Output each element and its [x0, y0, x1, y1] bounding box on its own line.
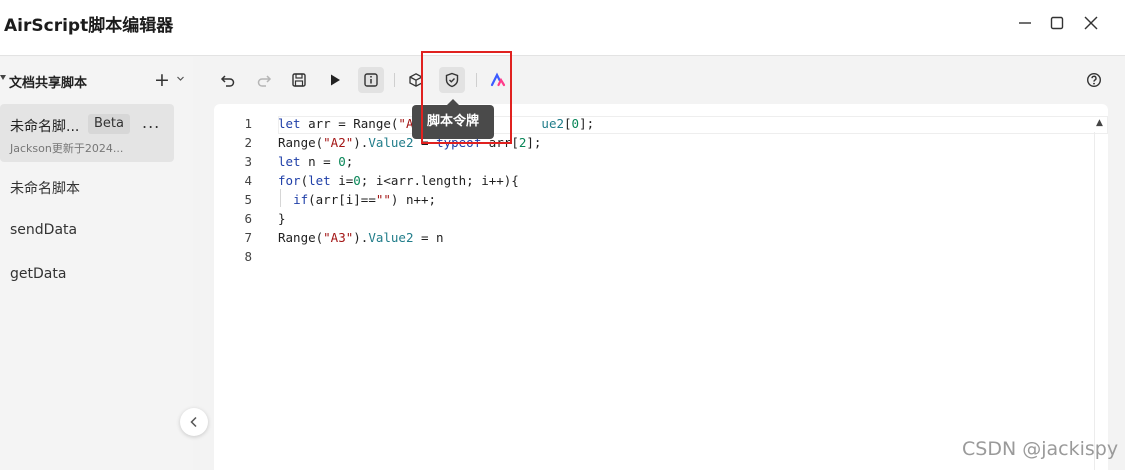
add-script-button[interactable]: + — [154, 71, 170, 90]
app-title: AirScript脚本编辑器 — [4, 16, 174, 36]
editor-scrollbar[interactable] — [1094, 132, 1095, 470]
sidebar-header[interactable]: 文档共享脚本 + — [0, 69, 193, 93]
chevron-left-icon — [190, 416, 197, 428]
line-number: 3 — [244, 154, 252, 169]
package-icon — [409, 73, 423, 87]
code-line: for(let i=0; i<arr.length; i++){ — [278, 173, 519, 188]
watermark: CSDN @jackispy — [962, 438, 1119, 460]
code-line: Range("A3").Value2 = n — [278, 230, 444, 245]
undo-icon — [220, 75, 235, 87]
line-number: 7 — [244, 230, 252, 245]
more-options-button[interactable]: ... — [142, 115, 160, 131]
tooltip: 脚本令牌 — [412, 105, 494, 139]
package-button[interactable] — [403, 67, 429, 93]
info-button[interactable] — [358, 67, 384, 93]
close-icon[interactable] — [1082, 14, 1100, 32]
indent-guide — [280, 189, 281, 207]
maximize-icon[interactable] — [1048, 14, 1066, 32]
run-button[interactable] — [322, 67, 348, 93]
code-line: } — [278, 211, 286, 226]
save-button[interactable] — [286, 67, 312, 93]
line-number: 5 — [244, 192, 252, 207]
line-number: 1 — [244, 116, 252, 131]
redo-button[interactable] — [251, 67, 277, 93]
sidebar: 文档共享脚本 + 未命名脚... Beta ... Jackson更新于2024… — [0, 57, 193, 470]
line-number: 4 — [244, 173, 252, 188]
code-editor[interactable]: 1 2 3 4 5 6 7 8 let arr = Range("A ue2[0… — [214, 104, 1108, 470]
toolbar-divider — [394, 73, 395, 87]
save-icon — [292, 73, 306, 87]
collapse-sidebar-button[interactable] — [180, 408, 208, 436]
code-line: if(arr[i]=="") n++; — [293, 192, 437, 207]
line-number: 6 — [244, 211, 252, 226]
line-number: 2 — [244, 135, 252, 150]
ai-assistant-button[interactable] — [485, 67, 511, 93]
code-line: Range("A2").Value2 = typeof arr[2]; — [278, 135, 542, 150]
script-item[interactable]: 未命名脚本 — [10, 178, 80, 198]
script-name: 未命名脚... — [10, 119, 80, 135]
scroll-up-icon[interactable]: ▲ — [1096, 118, 1103, 128]
title-bar: AirScript脚本编辑器 — [0, 0, 1125, 56]
help-icon — [1086, 72, 1102, 88]
toolbar-divider — [476, 73, 477, 87]
ai-logo-icon — [490, 72, 506, 87]
script-item[interactable]: sendData — [10, 222, 77, 238]
sidebar-title: 文档共享脚本 — [9, 76, 88, 91]
script-token-button[interactable] — [439, 67, 465, 93]
help-button[interactable] — [1081, 67, 1107, 93]
info-icon — [364, 73, 378, 87]
script-updated-info: Jackson更新于2024... — [10, 142, 124, 155]
line-number: 8 — [244, 249, 252, 264]
script-item[interactable]: getData — [10, 266, 66, 282]
toolbar — [193, 57, 1125, 103]
undo-button[interactable] — [215, 67, 241, 93]
script-item-active[interactable]: 未命名脚... Beta ... Jackson更新于2024... — [0, 104, 174, 162]
caret-down-icon — [0, 75, 6, 80]
run-icon — [331, 74, 340, 86]
code-line: let n = 0; — [278, 154, 354, 169]
redo-icon — [257, 75, 272, 87]
beta-badge: Beta — [88, 114, 130, 134]
shield-icon — [445, 72, 459, 88]
minimize-icon[interactable] — [1016, 14, 1034, 32]
chevron-down-icon[interactable] — [176, 74, 185, 83]
